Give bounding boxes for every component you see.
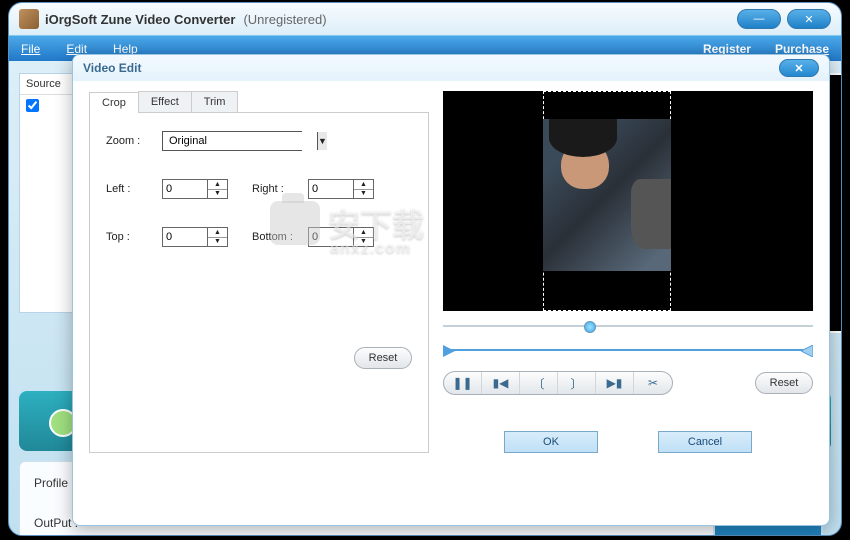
app-subtitle: (Unregistered) — [243, 12, 326, 27]
dialog-title: Video Edit — [83, 61, 141, 75]
zoom-label: Zoom : — [106, 135, 162, 147]
bottom-label: Bottom : — [252, 231, 308, 243]
tab-crop[interactable]: Crop — [89, 92, 139, 113]
left-spinner[interactable]: ▲▼ — [162, 179, 228, 199]
spinner-down-icon[interactable]: ▼ — [354, 238, 373, 247]
reset-play-button[interactable]: Reset — [755, 372, 813, 394]
right-label: Right : — [252, 183, 308, 195]
source-checkbox-input[interactable] — [26, 99, 39, 112]
bracket-close-button[interactable]: 〕 — [558, 372, 596, 394]
left-label: Left : — [106, 183, 162, 195]
seek-thumb[interactable] — [584, 321, 596, 333]
trim-range[interactable] — [443, 341, 813, 359]
right-pane: ❚❚ ▮◀ 〔 〕 ▶▮ ✂ Reset OK Cancel — [429, 91, 813, 517]
spinner-up-icon[interactable]: ▲ — [208, 228, 227, 238]
dialog-close-button[interactable]: ✕ — [779, 59, 819, 77]
spinner-up-icon[interactable]: ▲ — [208, 180, 227, 190]
video-preview[interactable] — [443, 91, 813, 311]
right-spinner[interactable]: ▲▼ — [308, 179, 374, 199]
close-window-button[interactable]: ✕ — [787, 9, 831, 29]
top-label: Top : — [106, 231, 162, 243]
spinner-up-icon[interactable]: ▲ — [354, 228, 373, 238]
spinner-up-icon[interactable]: ▲ — [354, 180, 373, 190]
tab-effect[interactable]: Effect — [138, 91, 192, 112]
source-checkbox[interactable] — [20, 95, 76, 121]
bottom-input[interactable] — [309, 231, 353, 243]
spinner-down-icon[interactable]: ▼ — [208, 190, 227, 199]
video-edit-dialog: Video Edit ✕ Crop Effect Trim Zoom : ▼ L… — [72, 54, 830, 526]
playbar: ❚❚ ▮◀ 〔 〕 ▶▮ ✂ Reset — [443, 371, 813, 395]
snapshot-button[interactable]: ✂ — [634, 372, 672, 394]
seek-slider[interactable] — [443, 319, 813, 333]
top-spinner[interactable]: ▲▼ — [162, 227, 228, 247]
minimize-button[interactable]: — — [737, 9, 781, 29]
cancel-button[interactable]: Cancel — [658, 431, 752, 453]
source-panel: Source — [19, 73, 77, 313]
zoom-combo[interactable]: ▼ — [162, 131, 302, 151]
dialog-titlebar: Video Edit ✕ — [73, 55, 829, 81]
spinner-down-icon[interactable]: ▼ — [354, 190, 373, 199]
next-button[interactable]: ▶▮ — [596, 372, 634, 394]
menu-file[interactable]: File — [21, 42, 40, 56]
trim-end-marker[interactable] — [801, 345, 813, 357]
titlebar: iOrgSoft Zune Video Converter (Unregiste… — [9, 3, 841, 35]
video-frame — [543, 119, 671, 271]
bracket-open-button[interactable]: 〔 — [520, 372, 558, 394]
ok-button[interactable]: OK — [504, 431, 598, 453]
app-logo-icon — [19, 9, 39, 29]
reset-crop-button[interactable]: Reset — [354, 347, 412, 369]
left-pane: Crop Effect Trim Zoom : ▼ Left : ▲▼ — [89, 91, 429, 517]
tab-content-crop: Zoom : ▼ Left : ▲▼ Right : ▲▼ — [89, 113, 429, 453]
tab-trim[interactable]: Trim — [191, 91, 239, 112]
right-input[interactable] — [309, 183, 353, 195]
source-header: Source — [20, 74, 76, 95]
trim-start-marker[interactable] — [443, 345, 455, 357]
pause-button[interactable]: ❚❚ — [444, 372, 482, 394]
zoom-input[interactable] — [163, 132, 317, 150]
stop-button[interactable]: ▮◀ — [482, 372, 520, 394]
left-input[interactable] — [163, 183, 207, 195]
bottom-spinner[interactable]: ▲▼ — [308, 227, 374, 247]
tabs: Crop Effect Trim — [89, 91, 429, 113]
dropdown-icon[interactable]: ▼ — [317, 132, 327, 150]
app-title: iOrgSoft Zune Video Converter — [45, 12, 235, 27]
play-controls: ❚❚ ▮◀ 〔 〕 ▶▮ ✂ — [443, 371, 673, 395]
top-input[interactable] — [163, 231, 207, 243]
spinner-down-icon[interactable]: ▼ — [208, 238, 227, 247]
